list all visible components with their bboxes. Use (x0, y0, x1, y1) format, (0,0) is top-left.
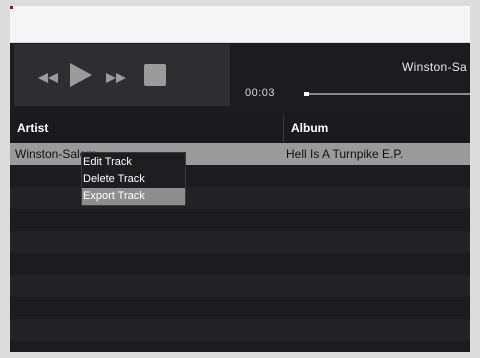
seek-handle[interactable] (304, 92, 309, 96)
empty-row (10, 231, 470, 253)
playback-controls (14, 44, 230, 106)
menu-item-label: Delete Track (83, 173, 145, 185)
empty-row (10, 319, 470, 341)
empty-row (10, 187, 470, 209)
table-header: Artist Album (10, 115, 470, 142)
empty-row (10, 253, 470, 275)
menu-item-edit-track[interactable]: Edit Track (82, 154, 185, 171)
title-bar[interactable] (10, 6, 470, 43)
empty-row (10, 165, 470, 187)
rewind-icon[interactable] (38, 70, 58, 88)
empty-row (10, 275, 470, 297)
column-header-album[interactable]: Album (284, 115, 470, 142)
menu-item-label: Edit Track (83, 156, 132, 168)
now-playing-title: Winston-Sa (402, 60, 468, 74)
menu-item-delete-track[interactable]: Delete Track (82, 171, 185, 188)
seek-bar[interactable] (304, 92, 470, 96)
column-header-artist[interactable]: Artist (10, 115, 284, 142)
menu-item-label: Export Track (83, 190, 145, 202)
table-body: Winston-Salem Hell Is A Turnpike E.P. (10, 143, 470, 352)
app-window: Winston-Sa 00:03 Artist Album Winston-Sa… (10, 6, 470, 352)
player-bar: Winston-Sa 00:03 (10, 43, 470, 115)
empty-row (10, 297, 470, 319)
table-row[interactable]: Winston-Salem Hell Is A Turnpike E.P. (10, 143, 470, 165)
window-accent (10, 6, 13, 9)
track-table: Artist Album Winston-Salem Hell Is A Tur… (10, 115, 470, 352)
empty-row (10, 341, 470, 352)
stop-button[interactable] (144, 64, 166, 86)
fast-forward-icon[interactable] (106, 70, 126, 88)
play-icon[interactable] (70, 63, 92, 92)
cell-album: Hell Is A Turnpike E.P. (286, 147, 404, 161)
elapsed-time: 00:03 (245, 87, 276, 99)
menu-item-export-track[interactable]: Export Track (82, 188, 185, 205)
empty-row (10, 209, 470, 231)
context-menu: Edit Track Delete Track Export Track (81, 152, 186, 206)
